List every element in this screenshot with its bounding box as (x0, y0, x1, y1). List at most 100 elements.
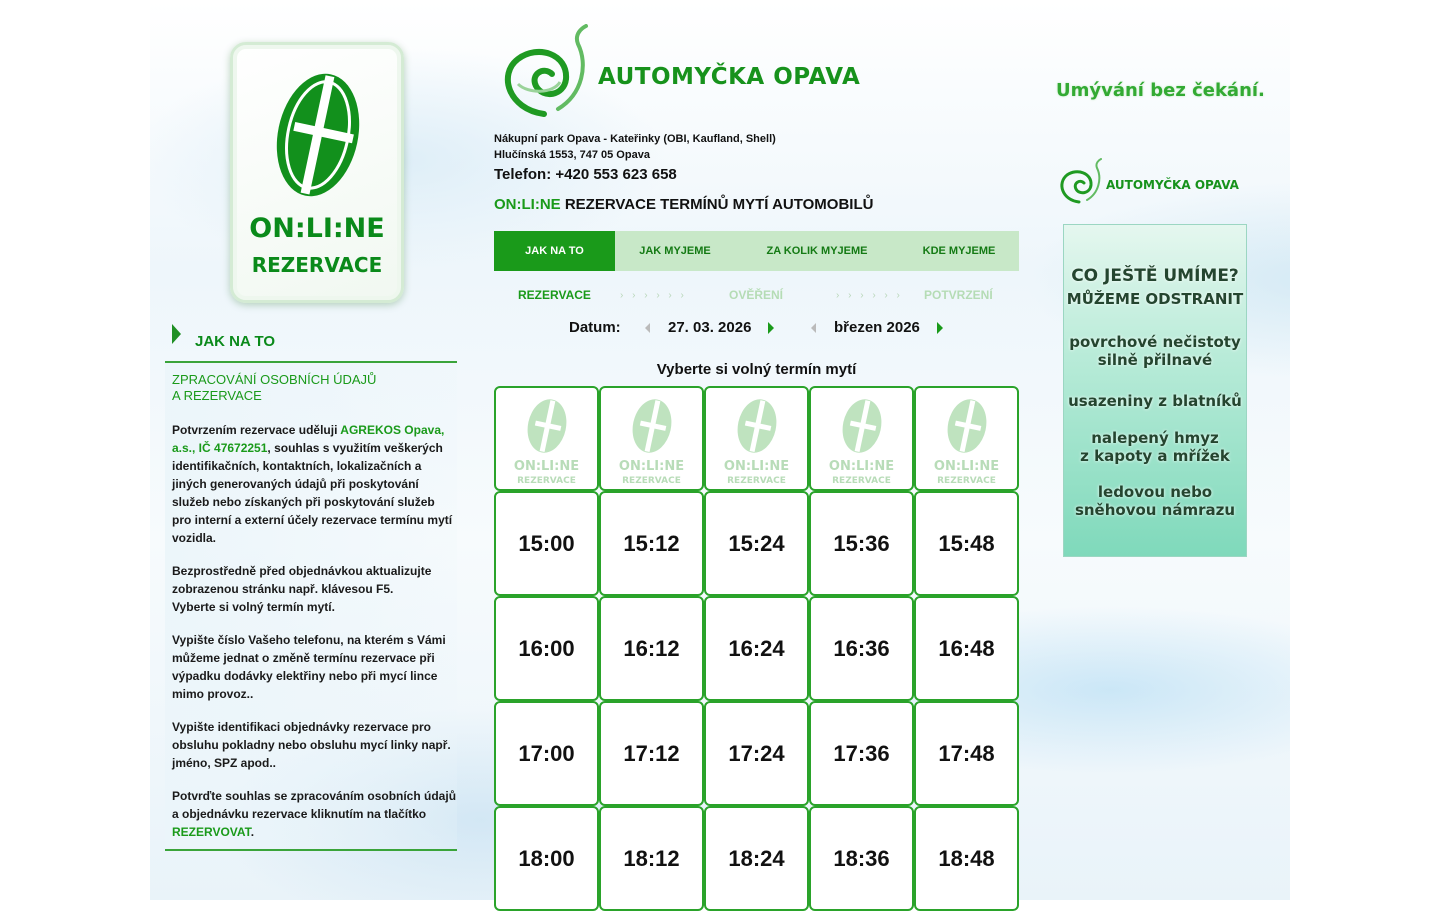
faded-logo-icon (737, 399, 776, 453)
address-line1: Nákupní park Opava - Kateřinky (OBI, Kau… (494, 133, 776, 145)
time-slot[interactable]: 17:12 (599, 701, 704, 806)
identification-paragraph: Vypište identifikaci objednávky rezervac… (172, 720, 451, 770)
prev-month-icon[interactable] (811, 323, 816, 333)
main-nav: JAK NA TO JAK MYJEME ZA KOLIK MYJEME KDE… (494, 231, 1019, 271)
time-slot[interactable]: 17:00 (494, 701, 599, 806)
step-separator-2: › › › › › › (836, 290, 903, 301)
time-slot-grid: ON:LI:NE REZERVACE ON:LI:NE REZERVACE ON:LI:… (494, 386, 1019, 911)
brand-swirl-logo-icon (504, 24, 588, 117)
time-slot[interactable]: 17:48 (914, 701, 1019, 806)
step-separator-1: › › › › › › (620, 290, 687, 301)
nav-jak-myjeme[interactable]: JAK MYJEME (615, 231, 735, 271)
consent-paragraph: Potvrzením rezervace uděluji AGREKOS Opa… (172, 421, 457, 547)
nav-za-kolik-myjeme[interactable]: ZA KOLIK MYJEME (735, 231, 899, 271)
refresh-paragraph: Bezprostředně před objednávkou aktualizu… (172, 562, 457, 616)
time-slot[interactable]: 18:24 (704, 806, 809, 911)
slot-logo-cell: ON:LI:NE REZERVACE (914, 386, 1019, 491)
date-label: Datum: (569, 319, 621, 336)
nav-kde-myjeme[interactable]: KDE MYJEME (899, 231, 1019, 271)
promo-item2: usazeniny z blatníků (1068, 392, 1242, 410)
page-title: ON:LI:NE REZERVACE TERMÍNŮ MYTÍ AUTOMOBI… (494, 196, 873, 213)
title-prefix: ON:LI:NE (494, 196, 561, 213)
promo-item1a: povrchové nečistoty (1069, 333, 1241, 351)
prev-day-icon[interactable] (645, 323, 650, 333)
time-slot[interactable]: 16:36 (809, 596, 914, 701)
faded-logo-line2: REZERVACE (622, 476, 681, 486)
promo-item3b: z kapoty a mřížek (1080, 447, 1230, 465)
slot-logo-cell: ON:LI:NE REZERVACE (809, 386, 914, 491)
confirm-text-a: Potvrďte souhlas se zpracováním osobních… (172, 789, 457, 821)
time-slot[interactable]: 15:48 (914, 491, 1019, 596)
time-slot[interactable]: 18:12 (599, 806, 704, 911)
consent-text-b: , souhlas s využitím veškerých identifik… (172, 441, 453, 545)
info-panel: ZPRACOVÁNÍ OSOBNÍCH ÚDAJŮ A REZERVACE Po… (165, 361, 457, 851)
car-wash-logo-icon (276, 73, 360, 197)
choose-slot-text: Vyberte si volný termín mytí. (172, 600, 335, 614)
sidebar-heading: JAK NA TO (195, 333, 276, 350)
refresh-text: Bezprostředně před objednávkou aktualizu… (172, 564, 432, 596)
selected-date: 27. 03. 2026 (668, 319, 752, 336)
faded-logo-line1: ON:LI:NE (723, 459, 790, 474)
tagline: Umývání bez čekání. (1056, 80, 1265, 101)
time-slot[interactable]: 15:00 (494, 491, 599, 596)
phone-number: Telefon: +420 553 623 658 (494, 166, 677, 183)
small-brand-logo-icon (1060, 158, 1102, 204)
services-promo-banner[interactable]: CO JEŠTĚ UMÍME? MŮŽEME ODSTRANIT povrcho… (1063, 224, 1247, 557)
faded-logo-line2: REZERVACE (727, 476, 786, 486)
slot-logo-cell: ON:LI:NE REZERVACE (599, 386, 704, 491)
time-slot[interactable]: 18:00 (494, 806, 599, 911)
phone-paragraph: Vypište číslo Vašeho telefonu, na kterém… (172, 633, 446, 701)
promo-heading2: MŮŽEME ODSTRANIT (1066, 290, 1244, 308)
time-slot[interactable]: 17:24 (704, 701, 809, 806)
brand-name: AUTOMYČKA OPAVA (598, 64, 861, 90)
info-title-line2: A REZERVACE (172, 388, 262, 403)
faded-logo-line1: ON:LI:NE (513, 459, 580, 474)
time-slot[interactable]: 16:00 (494, 596, 599, 701)
next-month-icon[interactable] (937, 322, 943, 334)
promo-item3a: nalepený hmyz (1091, 429, 1219, 447)
address-line2: Hlučínská 1553, 747 05 Opava (494, 149, 650, 161)
faded-logo-line2: REZERVACE (832, 476, 891, 486)
time-slot[interactable]: 16:24 (704, 596, 809, 701)
faded-logo-icon (632, 399, 671, 453)
time-slot[interactable]: 16:12 (599, 596, 704, 701)
faded-logo-line2: REZERVACE (517, 476, 576, 486)
faded-logo-icon (527, 399, 566, 453)
arrow-right-icon (172, 324, 181, 344)
promo-item4b: sněhovou námrazu (1074, 501, 1236, 519)
slots-caption: Vyberte si volný termín mytí (656, 361, 857, 378)
time-slot[interactable]: 15:36 (809, 491, 914, 596)
faded-logo-line1: ON:LI:NE (618, 459, 685, 474)
step-reservation: REZERVACE (518, 288, 591, 302)
confirm-text-b: . (250, 825, 255, 839)
faded-logo-icon (947, 399, 986, 453)
consent-text-a: Potvrzením rezervace uděluji (172, 423, 341, 437)
faded-logo-icon (842, 399, 881, 453)
time-slot[interactable]: 17:36 (809, 701, 914, 806)
slot-logo-cell: ON:LI:NE REZERVACE (494, 386, 599, 491)
nav-jak-na-to[interactable]: JAK NA TO (494, 231, 615, 271)
selected-month: březen 2026 (834, 319, 920, 336)
step-verification: OVĚŘENÍ (729, 288, 784, 302)
promo-item4a: ledovou nebo (1097, 483, 1213, 501)
time-slot[interactable]: 16:48 (914, 596, 1019, 701)
reserve-link[interactable]: REZERVOVAT (172, 825, 251, 839)
faded-logo-line2: REZERVACE (937, 476, 996, 486)
info-title: ZPRACOVÁNÍ OSOBNÍCH ÚDAJŮ A REZERVACE (172, 372, 432, 404)
step-confirmation: POTVRZENÍ (924, 288, 993, 302)
badge-line2: REZERVACE (251, 253, 383, 277)
title-rest: REZERVACE TERMÍNŮ MYTÍ AUTOMOBILŮ (560, 196, 874, 213)
time-slot[interactable]: 18:36 (809, 806, 914, 911)
badge-line1: ON:LI:NE (249, 213, 385, 244)
next-day-icon[interactable] (768, 322, 774, 334)
faded-logo-line1: ON:LI:NE (828, 459, 895, 474)
info-title-line1: ZPRACOVÁNÍ OSOBNÍCH ÚDAJŮ (172, 372, 377, 387)
promo-item1b: silně přilnavé (1097, 351, 1213, 369)
time-slot[interactable]: 15:12 (599, 491, 704, 596)
promo-heading1: CO JEŠTĚ UMÍME? (1071, 266, 1239, 286)
time-slot[interactable]: 15:24 (704, 491, 809, 596)
small-brand-name: AUTOMYČKA OPAVA (1106, 178, 1239, 192)
time-slot[interactable]: 18:48 (914, 806, 1019, 911)
online-reservation-badge[interactable]: ON:LI:NE REZERVACE (230, 42, 404, 303)
faded-logo-line1: ON:LI:NE (933, 459, 1000, 474)
